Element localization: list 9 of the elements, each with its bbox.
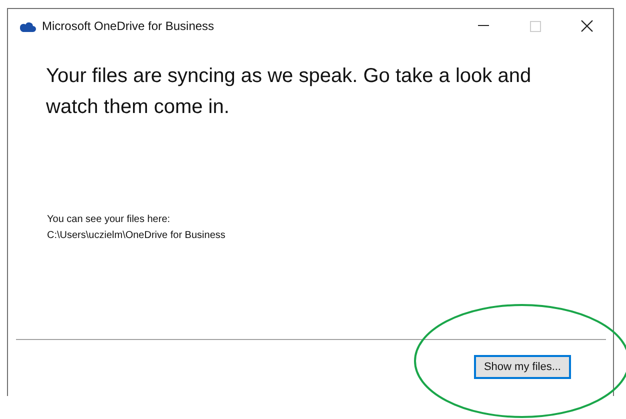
minimize-icon: [478, 25, 488, 27]
location-path: C:\Users\uczielm\OneDrive for Business: [47, 229, 226, 243]
window-title: Microsoft OneDrive for Business: [42, 18, 214, 35]
location-label: You can see your files here:: [47, 213, 172, 227]
heading: Your files are syncing as we speak. Go take a look and watch them come in.: [46, 64, 532, 120]
cloud-icon: [19, 20, 36, 32]
maximize-icon: [530, 20, 540, 32]
show-files-button[interactable]: Show my files...: [474, 355, 571, 379]
close-icon: [581, 20, 593, 32]
